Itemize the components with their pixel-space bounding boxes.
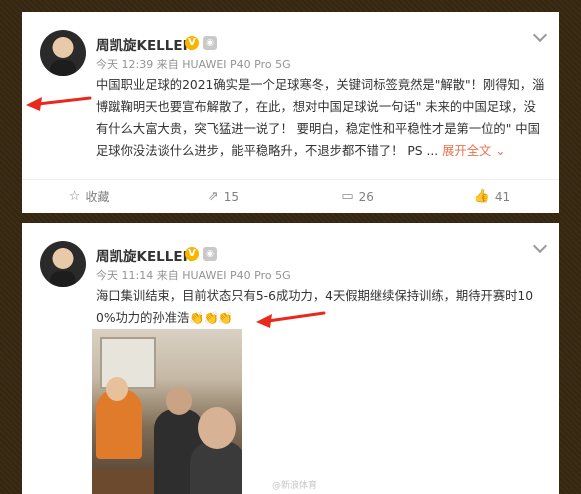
arrow-left-icon <box>26 96 92 111</box>
table-shape <box>92 469 162 494</box>
post-body: 中国职业足球的2021确实是一个足球寒冬，关键词标签竟然是"解散"！刚得知，淄博… <box>96 74 546 162</box>
avatar[interactable] <box>40 241 86 287</box>
avatar[interactable] <box>40 30 86 76</box>
source-prefix: 来自 <box>156 269 179 282</box>
post-meta: 今天 12:39 来自 HUAWEI P40 Pro 5G <box>96 56 291 72</box>
expand-link[interactable]: 展开全文 ⌄ <box>442 144 505 158</box>
member-badge-icon: ◉ <box>203 247 217 261</box>
member-badge-icon: ◉ <box>203 36 217 50</box>
verified-badge-icon: V <box>185 247 199 261</box>
post-photo[interactable] <box>92 329 242 494</box>
post-meta: 今天 11:14 来自 HUAWEI P40 Pro 5G <box>96 267 291 283</box>
chevron-down-icon[interactable] <box>532 27 548 43</box>
post-source: HUAWEI P40 Pro 5G <box>182 269 291 282</box>
post-source: HUAWEI P40 Pro 5G <box>182 58 291 71</box>
comment-icon: ▭ <box>341 189 354 204</box>
star-icon: ☆ <box>68 189 81 204</box>
annotation-arrow-1 <box>24 92 92 112</box>
verified-badge-icon: V <box>185 36 199 50</box>
favorite-button[interactable]: ☆ 收藏 <box>22 180 156 213</box>
post-time[interactable]: 今天 12:39 <box>96 58 153 71</box>
like-button[interactable]: 👍 41 <box>425 180 559 213</box>
clap-emoji-icon: 👏👏👏 <box>189 311 233 325</box>
person-head <box>106 377 128 401</box>
thumbs-up-icon: 👍 <box>473 189 490 204</box>
annotation-arrow-2 <box>254 309 326 329</box>
weibo-post-1: 周凯旋KELLER V ◉ 今天 12:39 来自 HUAWEI P40 Pro… <box>22 12 559 213</box>
person-head <box>166 387 192 415</box>
person-head <box>198 407 236 449</box>
author-name[interactable]: 周凯旋KELLER <box>96 34 193 54</box>
author-name[interactable]: 周凯旋KELLER <box>96 245 193 265</box>
chevron-down-icon: ⌄ <box>495 144 506 158</box>
source-prefix: 来自 <box>156 58 179 71</box>
weibo-post-2: 周凯旋KELLER V ◉ 今天 11:14 来自 HUAWEI P40 Pro… <box>22 223 559 494</box>
chevron-down-icon[interactable] <box>532 238 548 254</box>
image-watermark: @新浪体育 <box>272 481 318 491</box>
share-button[interactable]: ⇗ 15 <box>156 180 290 213</box>
comment-button[interactable]: ▭ 26 <box>291 180 425 213</box>
post-time[interactable]: 今天 11:14 <box>96 269 153 282</box>
action-bar: ☆ 收藏 ⇗ 15 ▭ 26 👍 41 <box>22 179 559 213</box>
share-icon: ⇗ <box>207 189 219 204</box>
arrow-left-icon <box>256 311 326 328</box>
